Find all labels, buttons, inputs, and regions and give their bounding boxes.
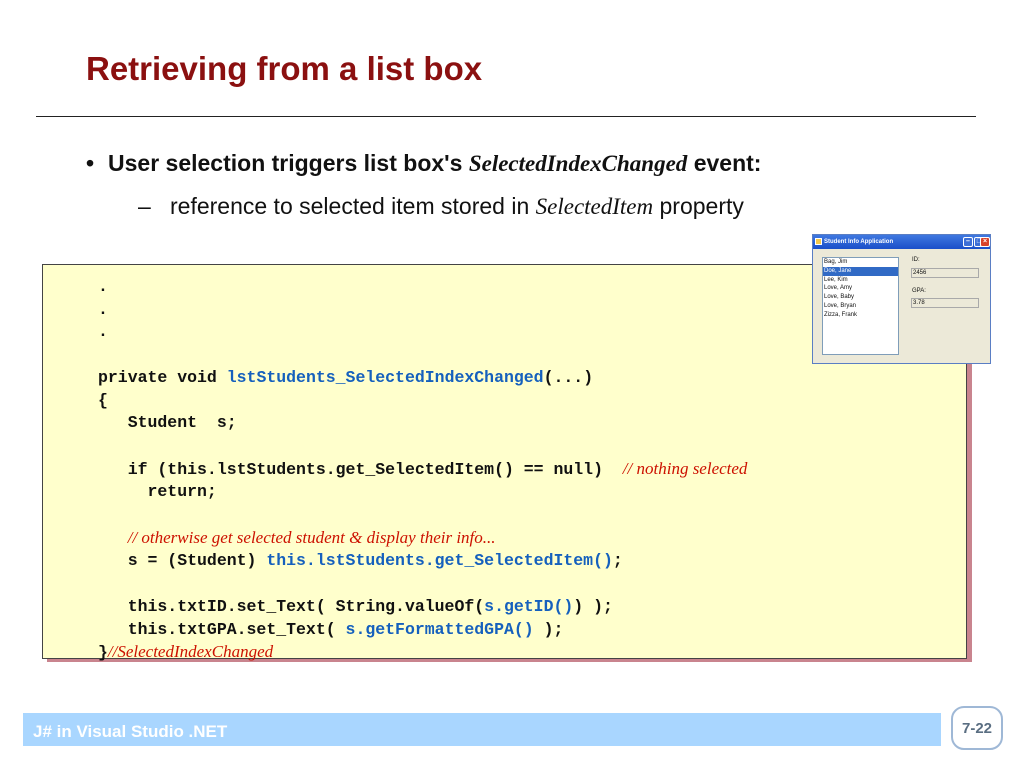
- code-txtid-prefix: this.txtID.set_Text( String.valueOf(: [98, 596, 485, 616]
- app-window-screenshot: Student Info Application – □ × Bag, Jim …: [812, 234, 991, 364]
- bullet-prefix: User selection triggers list box's: [108, 150, 469, 176]
- bullet-event-name: SelectedIndexChanged: [468, 151, 688, 176]
- code-txtgpa-call: s.getFormattedGPA(): [345, 619, 534, 639]
- app-title: Student Info Application: [824, 239, 894, 245]
- sub-bullet: – reference to selected item stored in Se…: [138, 193, 744, 220]
- code-txtgpa-suffix: );: [533, 619, 564, 639]
- code-signature-prefix: private void: [98, 367, 227, 387]
- app-title-bar: Student Info Application – □ ×: [813, 235, 990, 249]
- code-assign-suffix: ;: [612, 551, 623, 571]
- list-item[interactable]: Lee, Kim: [823, 276, 898, 285]
- gpa-label: GPA:: [912, 288, 926, 294]
- code-comment-otherwise: // otherwise get selected student & disp…: [127, 527, 496, 547]
- code-method-name: lstStudents_SelectedIndexChanged: [226, 367, 544, 387]
- code-if-statement: if (this.lstStudents.get_SelectedItem() …: [98, 459, 603, 479]
- title-divider: [36, 116, 976, 117]
- bullet-symbol: •: [86, 150, 95, 176]
- list-item[interactable]: Love, Baby: [823, 293, 898, 302]
- id-field[interactable]: 2456: [911, 268, 979, 278]
- list-item[interactable]: Love, Amy: [823, 284, 898, 293]
- sub-bullet-prefix: reference to selected item stored in: [170, 193, 536, 219]
- slide-title: Retrieving from a list box: [86, 50, 483, 87]
- gpa-field[interactable]: 3.78: [911, 298, 979, 308]
- footer-text: J# in Visual Studio .NET: [33, 722, 228, 741]
- page-number: 7-22: [961, 720, 993, 737]
- id-label: ID:: [912, 257, 920, 263]
- code-txtgpa-prefix: this.txtGPA.set_Text(: [98, 619, 346, 639]
- code-ellipsis-dot: .: [98, 299, 108, 319]
- code-open-brace: {: [98, 390, 108, 410]
- code-ellipsis-dot: .: [98, 277, 108, 296]
- code-return-statement: return;: [98, 482, 217, 502]
- code-listing: . . . private void lstStudents_SelectedI…: [98, 276, 747, 665]
- app-window-icon: [815, 238, 822, 245]
- minimize-icon[interactable]: –: [963, 237, 973, 247]
- page-number-badge: 7-22: [951, 706, 1003, 750]
- list-item[interactable]: Bag, Jim: [823, 258, 898, 267]
- code-txtid-call: s.getID(): [484, 596, 574, 616]
- sub-bullet-property-name: SelectedItem: [535, 194, 654, 219]
- code-signature-suffix: (...): [543, 367, 594, 387]
- close-icon[interactable]: ×: [980, 237, 990, 247]
- bullet-suffix: event:: [687, 150, 762, 176]
- list-item[interactable]: Love, Bryan: [823, 302, 898, 311]
- code-comment-end: //SelectedIndexChanged: [107, 642, 274, 662]
- list-item[interactable]: Zizza, Frank: [823, 311, 898, 320]
- sub-bullet-suffix: property: [653, 193, 744, 219]
- code-comment-nothing-selected: // nothing selected: [622, 458, 748, 478]
- code-close-brace: }: [98, 643, 108, 663]
- code-assign-prefix: s = (Student): [98, 551, 267, 571]
- list-item-selected[interactable]: Doe, Jane: [823, 266, 898, 276]
- code-txtid-suffix: ) );: [573, 596, 613, 616]
- code-assign-call: this.lstStudents.get_SelectedItem(): [266, 551, 613, 571]
- main-bullet: • User selection triggers list box's Sele…: [86, 150, 761, 177]
- sub-bullet-symbol: –: [138, 193, 151, 219]
- code-ellipsis-dot: .: [98, 322, 108, 342]
- code-declaration: Student s;: [98, 413, 237, 433]
- student-listbox[interactable]: Bag, Jim Doe, Jane Lee, Kim Love, Amy Lo…: [822, 257, 899, 355]
